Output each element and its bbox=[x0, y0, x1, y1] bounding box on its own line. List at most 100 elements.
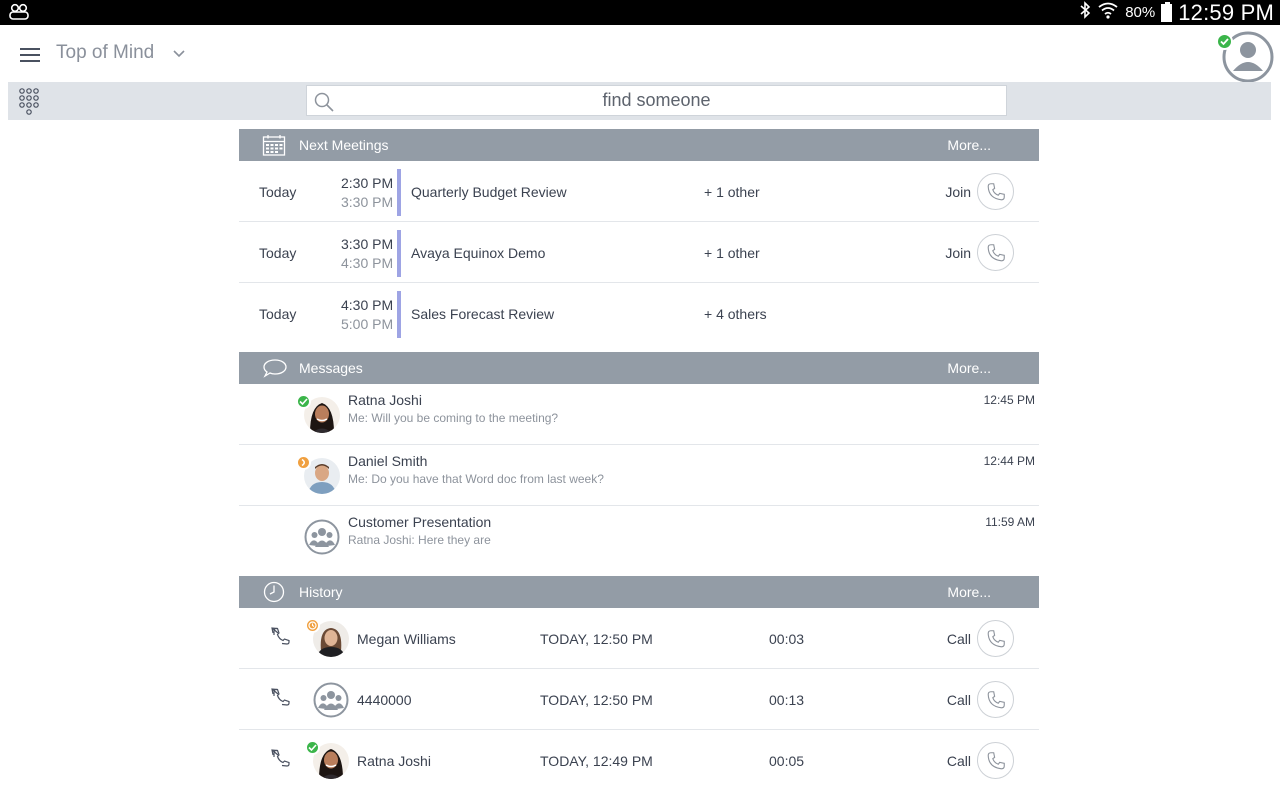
meeting-color-bar bbox=[397, 291, 401, 338]
menu-icon[interactable] bbox=[20, 48, 40, 64]
status-bar: 80% 12:59 PM bbox=[0, 0, 1280, 25]
meeting-end-time: 3:30 PM bbox=[341, 194, 394, 210]
call-label: Call bbox=[946, 692, 971, 708]
phone-icon bbox=[987, 243, 1005, 261]
conversation-preview: Me: Will you be coming to the meeting? bbox=[348, 411, 559, 425]
outgoing-call-icon bbox=[269, 686, 293, 715]
my-presence-badge bbox=[1216, 33, 1233, 50]
conversation-row[interactable]: Ratna Joshi Me: Will you be coming to th… bbox=[239, 384, 1039, 445]
messages-more-link[interactable]: More... bbox=[947, 360, 991, 376]
outgoing-call-icon bbox=[269, 625, 293, 654]
page-title[interactable]: Top of Mind bbox=[56, 42, 154, 64]
chevron-down-icon[interactable] bbox=[173, 45, 185, 63]
presence-available-icon bbox=[305, 740, 320, 755]
meeting-row[interactable]: Today 4:30 PM 5:00 PM Sales Forecast Rev… bbox=[239, 283, 1039, 352]
conversation-name: Ratna Joshi bbox=[348, 392, 422, 408]
conversation-time: 12:45 PM bbox=[983, 393, 1035, 407]
conversation-row[interactable]: Customer Presentation Ratna Joshi: Here … bbox=[239, 506, 1039, 576]
meeting-participants: + 1 other bbox=[704, 245, 760, 261]
presence-away-icon bbox=[305, 618, 320, 633]
history-contact-name: 4440000 bbox=[357, 692, 412, 708]
group-avatar-icon bbox=[313, 682, 349, 718]
battery-icon bbox=[1161, 1, 1173, 22]
join-button[interactable] bbox=[977, 234, 1014, 271]
search-bar bbox=[8, 82, 1271, 120]
conversation-name: Daniel Smith bbox=[348, 453, 428, 469]
meeting-end-time: 5:00 PM bbox=[341, 316, 394, 332]
join-label: Join bbox=[945, 245, 971, 261]
history-duration: 00:13 bbox=[769, 692, 805, 708]
meeting-day: Today bbox=[259, 306, 297, 322]
history-header: History More... bbox=[239, 576, 1039, 608]
bluetooth-icon bbox=[1079, 1, 1091, 24]
group-avatar-icon bbox=[304, 519, 340, 555]
app-notification-icon bbox=[8, 3, 30, 26]
messages-title: Messages bbox=[299, 360, 363, 376]
messages-header: Messages More... bbox=[239, 352, 1039, 384]
clock: 12:59 PM bbox=[1178, 0, 1274, 25]
join-label: Join bbox=[945, 184, 971, 200]
meeting-start-time: 4:30 PM bbox=[341, 297, 394, 313]
conversation-row[interactable]: Daniel Smith Me: Do you have that Word d… bbox=[239, 445, 1039, 506]
meeting-day: Today bbox=[259, 245, 297, 261]
call-button[interactable] bbox=[977, 681, 1014, 718]
chat-bubble-icon bbox=[262, 357, 288, 384]
search-input[interactable] bbox=[307, 86, 1006, 115]
meeting-start-time: 3:30 PM bbox=[341, 236, 394, 252]
conversation-name: Customer Presentation bbox=[348, 514, 492, 530]
meetings-more-link[interactable]: More... bbox=[947, 137, 991, 153]
history-row[interactable]: Megan Williams TODAY, 12:50 PM 00:03 Cal… bbox=[239, 608, 1039, 669]
history-duration: 00:05 bbox=[769, 753, 805, 769]
history-title: History bbox=[299, 584, 343, 600]
meeting-row[interactable]: Today 3:30 PM 4:30 PM Avaya Equinox Demo… bbox=[239, 222, 1039, 283]
history-contact-name: Ratna Joshi bbox=[357, 753, 431, 769]
conversation-time: 11:59 AM bbox=[985, 515, 1035, 529]
meetings-list: Today 2:30 PM 3:30 PM Quarterly Budget R… bbox=[239, 161, 1039, 352]
conversation-time: 12:44 PM bbox=[983, 454, 1035, 468]
phone-icon bbox=[987, 751, 1005, 769]
meeting-color-bar bbox=[397, 169, 401, 216]
outgoing-call-icon bbox=[269, 747, 293, 776]
history-duration: 00:03 bbox=[769, 631, 805, 647]
history-timestamp: TODAY, 12:49 PM bbox=[540, 753, 653, 769]
clock-icon bbox=[262, 581, 286, 608]
history-list: Megan Williams TODAY, 12:50 PM 00:03 Cal… bbox=[239, 608, 1039, 791]
history-contact-name: Megan Williams bbox=[357, 631, 456, 647]
meeting-participants: + 4 others bbox=[704, 306, 767, 322]
phone-icon bbox=[987, 690, 1005, 708]
history-timestamp: TODAY, 12:50 PM bbox=[540, 631, 653, 647]
app-bar: Top of Mind bbox=[0, 25, 1280, 83]
meeting-participants: + 1 other bbox=[704, 184, 760, 200]
presence-away-icon bbox=[296, 455, 311, 470]
history-more-link[interactable]: More... bbox=[947, 584, 991, 600]
conversation-preview: Me: Do you have that Word doc from last … bbox=[348, 472, 604, 486]
presence-available-icon bbox=[296, 394, 311, 409]
meeting-start-time: 2:30 PM bbox=[341, 175, 394, 191]
meeting-subject: Quarterly Budget Review bbox=[411, 184, 567, 200]
meeting-color-bar bbox=[397, 230, 401, 277]
phone-icon bbox=[987, 182, 1005, 200]
call-label: Call bbox=[946, 753, 971, 769]
meeting-day: Today bbox=[259, 184, 297, 200]
meeting-row[interactable]: Today 2:30 PM 3:30 PM Quarterly Budget R… bbox=[239, 161, 1039, 222]
history-row[interactable]: Ratna Joshi TODAY, 12:49 PM 00:05 Call bbox=[239, 730, 1039, 791]
conversation-preview: Ratna Joshi: Here they are bbox=[348, 533, 491, 547]
history-timestamp: TODAY, 12:50 PM bbox=[540, 692, 653, 708]
search-icon bbox=[313, 91, 335, 118]
meetings-title: Next Meetings bbox=[299, 137, 389, 153]
join-button[interactable] bbox=[977, 173, 1014, 210]
call-label: Call bbox=[946, 631, 971, 647]
meetings-header: Next Meetings More... bbox=[239, 129, 1039, 161]
dialpad-icon[interactable] bbox=[18, 87, 40, 120]
search-box bbox=[306, 85, 1007, 116]
history-row[interactable]: 4440000 TODAY, 12:50 PM 00:13 Call bbox=[239, 669, 1039, 730]
calendar-icon bbox=[262, 134, 286, 161]
call-button[interactable] bbox=[977, 620, 1014, 657]
call-button[interactable] bbox=[977, 742, 1014, 779]
top-of-mind-content: Next Meetings More... Today 2:30 PM 3:30… bbox=[239, 129, 1039, 791]
wifi-icon bbox=[1097, 1, 1119, 24]
meeting-end-time: 4:30 PM bbox=[341, 255, 394, 271]
messages-list: Ratna Joshi Me: Will you be coming to th… bbox=[239, 384, 1039, 576]
battery-percent: 80% bbox=[1125, 4, 1156, 21]
meeting-subject: Sales Forecast Review bbox=[411, 306, 555, 322]
